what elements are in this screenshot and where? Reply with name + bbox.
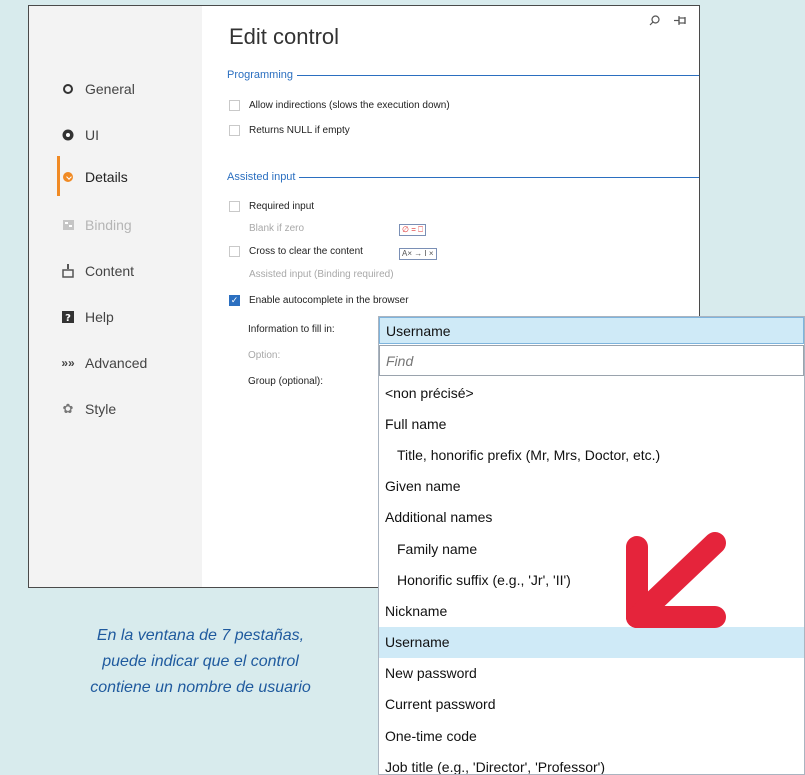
- option-enable-autocomplete[interactable]: ✓ Enable autocomplete in the browser: [229, 295, 409, 306]
- dropdown-list: <non précisé> Full name Title, honorific p…: [379, 377, 804, 774]
- programming-heading: Programming: [227, 69, 294, 81]
- dropdown-option[interactable]: Honorific suffix (e.g., 'Jr', 'II'): [379, 564, 804, 595]
- sidebar-item-label: Content: [85, 263, 135, 279]
- help-icon: ?: [59, 311, 77, 323]
- option-label: Enable autocomplete in the browser: [249, 295, 409, 306]
- checkbox: [229, 269, 240, 280]
- caption-line: En la ventana de 7 pestañas,: [96, 627, 305, 644]
- sidebar-item-binding: Binding: [59, 210, 132, 240]
- option-label: Required input: [249, 201, 315, 212]
- caption-line: contiene un nombre de usuario: [90, 679, 311, 696]
- checkbox-checked[interactable]: ✓: [229, 295, 240, 306]
- checkbox: [229, 223, 240, 234]
- checkbox[interactable]: [229, 246, 240, 257]
- pin-icon[interactable]: [674, 14, 687, 29]
- sidebar: General UI Details Binding Content ? Hel…: [29, 6, 202, 587]
- eye-icon: [59, 129, 77, 141]
- option-label: Cross to clear the content: [249, 246, 363, 257]
- page-title: Edit control: [229, 24, 340, 49]
- sidebar-item-style[interactable]: ✿ Style: [59, 394, 117, 424]
- option-label: Blank if zero: [249, 223, 305, 234]
- dropdown-option[interactable]: Nickname: [379, 595, 804, 626]
- dropdown-option[interactable]: <non précisé>: [379, 377, 804, 408]
- group-optional-label: Group (optional):: [248, 376, 324, 387]
- option-blank-if-zero: Blank if zero: [229, 223, 304, 234]
- circle-icon: [59, 84, 77, 94]
- checkbox[interactable]: [229, 125, 240, 136]
- window-toolbar: [649, 14, 687, 29]
- caption-line: puede indicar que el control: [102, 653, 299, 670]
- dropdown-selected-value[interactable]: Username: [379, 317, 804, 344]
- assisted-input-section-header: Assisted input: [227, 171, 699, 183]
- sidebar-item-label: Binding: [85, 217, 132, 233]
- dropdown-option[interactable]: Additional names: [379, 502, 804, 533]
- dropdown-option[interactable]: Job title (e.g., 'Director', 'Professor'…: [379, 751, 804, 774]
- dropdown-option[interactable]: One-time code: [379, 720, 804, 751]
- sidebar-item-label: Help: [85, 309, 114, 325]
- option-cross-to-clear[interactable]: Cross to clear the content: [229, 246, 363, 257]
- sidebar-item-content[interactable]: Content: [59, 256, 134, 286]
- check-circle-icon: [59, 172, 77, 182]
- dropdown-find-input[interactable]: Find: [379, 345, 804, 376]
- checkbox[interactable]: [229, 201, 240, 212]
- checkbox[interactable]: [229, 100, 240, 111]
- divider: [297, 74, 699, 76]
- sidebar-item-label: Details: [85, 169, 128, 185]
- option-label: Allow indirections (slows the execution …: [249, 100, 450, 111]
- content-icon: [59, 264, 77, 278]
- sidebar-item-general[interactable]: General: [59, 74, 135, 104]
- sidebar-item-details[interactable]: Details: [59, 162, 128, 192]
- option-label: Option:: [248, 350, 281, 361]
- sidebar-item-label: Style: [85, 401, 117, 417]
- caption: En la ventana de 7 pestañas, puede indic…: [28, 623, 373, 701]
- sidebar-item-ui[interactable]: UI: [59, 120, 99, 150]
- style-icon: ✿: [62, 401, 74, 416]
- option-returns-null[interactable]: Returns NULL if empty: [229, 125, 350, 136]
- blank-if-zero-hint-icon: ∅ = ⎕: [399, 224, 426, 236]
- red-arrow-icon: [626, 532, 726, 628]
- dropdown-option[interactable]: Title, honorific prefix (Mr, Mrs, Doctor…: [379, 439, 804, 470]
- binding-icon: [59, 219, 77, 231]
- option-label: Assisted input (Binding required): [249, 269, 394, 280]
- assisted-input-heading: Assisted input: [227, 171, 296, 183]
- dropdown-option[interactable]: Given name: [379, 471, 804, 502]
- dropdown-option[interactable]: New password: [379, 658, 804, 689]
- programming-section-header: Programming: [227, 69, 699, 81]
- info-to-fill-label: Information to fill in:: [248, 324, 335, 335]
- sidebar-item-label: UI: [85, 127, 99, 143]
- svg-text:?: ?: [65, 313, 71, 323]
- dropdown-option[interactable]: Family name: [379, 533, 804, 564]
- option-required-input[interactable]: Required input: [229, 201, 314, 212]
- info-dropdown[interactable]: Username Find <non précisé> Full name Titl…: [378, 316, 805, 775]
- sidebar-item-label: Advanced: [85, 355, 148, 371]
- advanced-icon: »»: [61, 356, 75, 370]
- search-icon[interactable]: [649, 14, 660, 29]
- option-assisted-binding: Assisted input (Binding required): [229, 269, 394, 280]
- option-allow-indirections[interactable]: Allow indirections (slows the execution …: [229, 100, 450, 111]
- cross-to-clear-hint-icon: A× → I ×: [399, 248, 437, 260]
- divider: [299, 176, 699, 178]
- option-label: Returns NULL if empty: [249, 125, 350, 136]
- sidebar-item-help[interactable]: ? Help: [59, 302, 114, 332]
- dropdown-option[interactable]: Current password: [379, 689, 804, 720]
- dropdown-option[interactable]: Full name: [379, 408, 804, 439]
- sidebar-item-label: General: [85, 81, 135, 97]
- dropdown-option[interactable]: Username: [379, 626, 804, 658]
- sidebar-item-advanced[interactable]: »» Advanced: [59, 348, 147, 378]
